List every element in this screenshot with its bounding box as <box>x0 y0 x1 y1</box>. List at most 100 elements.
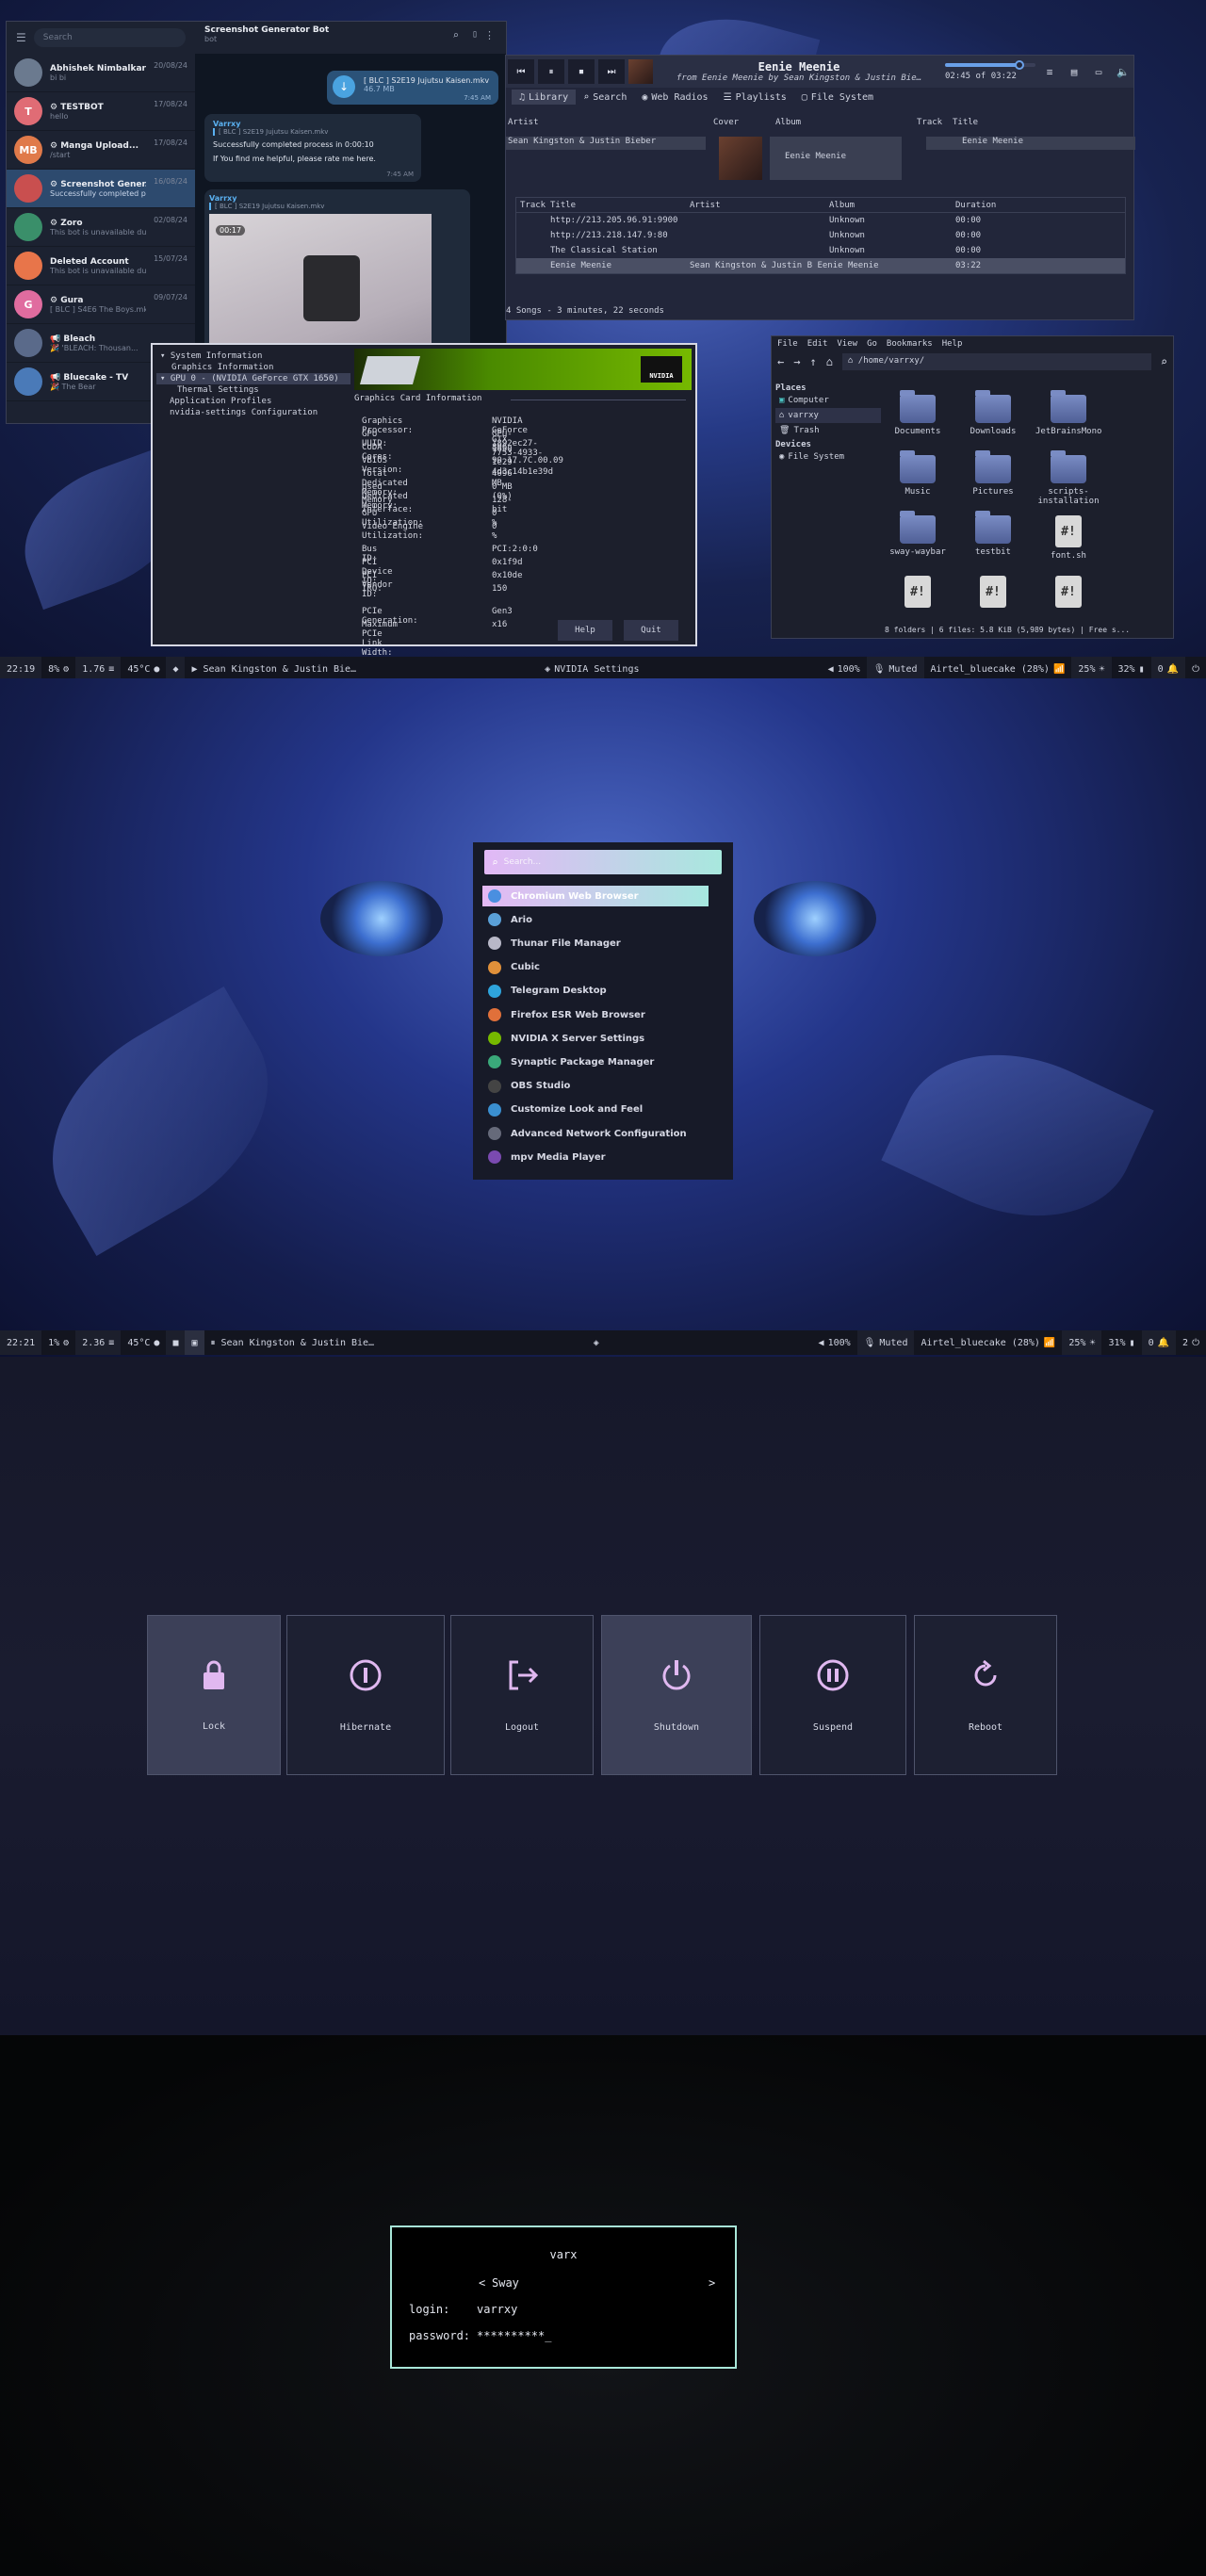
menu-item[interactable]: Help <box>942 339 963 349</box>
volume[interactable]: ◀ 100% <box>822 657 867 678</box>
launcher-item[interactable]: Telegram Desktop <box>482 981 709 1002</box>
folder-item[interactable]: scripts-installation <box>1035 450 1101 506</box>
lock-button[interactable]: Lock <box>147 1615 281 1775</box>
folder-item[interactable]: testbit <box>960 511 1026 557</box>
header-track[interactable]: Track <box>917 118 953 137</box>
home-icon[interactable]: ⌂ <box>826 355 833 368</box>
folder-item[interactable]: JetBrainsMono <box>1035 390 1101 436</box>
folder-item[interactable]: Downloads <box>960 390 1026 436</box>
sidebar-item-filesystem[interactable]: ◉ File System <box>775 449 881 465</box>
tab-search[interactable]: ⌕ Search <box>576 90 634 105</box>
previous-track-button[interactable]: ⏮ <box>508 59 534 84</box>
tree-item[interactable]: Application Profiles <box>156 396 350 407</box>
tab-web-radios[interactable]: ◉ Web Radios <box>634 90 715 105</box>
launcher-item[interactable]: mpv Media Player <box>482 1147 709 1167</box>
title-row[interactable]: Eenie Meenie <box>926 137 1135 150</box>
username-field[interactable]: varrxy <box>477 2303 517 2316</box>
back-arrow-icon[interactable]: ← <box>777 355 784 368</box>
seek-slider[interactable] <box>945 59 1035 70</box>
menu-item[interactable]: View <box>837 339 857 349</box>
script-file[interactable]: #! <box>960 576 1026 611</box>
volume-icon[interactable]: 🔈 <box>1113 66 1133 78</box>
tab-playlists[interactable]: ☰ Playlists <box>716 90 794 105</box>
launcher-item[interactable]: Ario <box>482 909 709 930</box>
hamburger-menu-icon[interactable]: ☰ <box>16 31 26 44</box>
launcher-item[interactable]: NVIDIA X Server Settings <box>482 1028 709 1049</box>
network[interactable]: Airtel_bluecake (28%) 📶 <box>924 657 1072 678</box>
password-field[interactable]: **********_ <box>477 2329 551 2342</box>
microphone[interactable]: 🎙 Muted <box>866 657 924 678</box>
launcher-item[interactable]: Chromium Web Browser <box>482 886 709 906</box>
sidebar-toggle-icon[interactable]: ▯ <box>472 29 478 40</box>
tab-library[interactable]: ♫ Library <box>512 90 577 105</box>
stop-button[interactable]: ⏹ <box>568 59 595 84</box>
tree-item[interactable]: ▾ System Information <box>156 351 350 362</box>
up-arrow-icon[interactable]: ↑ <box>809 355 816 368</box>
hibernate-button[interactable]: Hibernate <box>286 1615 445 1775</box>
file-message[interactable]: ↓ [ BLC ] S2E19 Jujutsu Kaisen.mkv 46.7 … <box>327 71 498 105</box>
media-status[interactable]: ⏸ Sean Kingston & Justin Bie… <box>204 1330 382 1355</box>
launcher-search-input[interactable]: ⌕ Search... <box>484 850 722 874</box>
brightness[interactable]: 25% ☀ <box>1062 1330 1102 1355</box>
track-header[interactable]: Title <box>546 201 686 210</box>
script-file[interactable]: #! <box>885 576 951 611</box>
tree-item[interactable]: ▾ GPU 0 - (NVIDIA GeForce GTX 1650) <box>156 373 350 384</box>
workspace-indicator[interactable]: 2 ⏻ <box>1176 1330 1206 1355</box>
session-prev-arrow[interactable]: < <box>479 2276 485 2290</box>
track-row[interactable]: http://213.218.147.9:80 Unknown 00:00 <box>516 228 1125 243</box>
chat-list-item[interactable]: T ⚙ TESTBOT hello 17/08/24 <box>7 92 195 131</box>
chat-list-item[interactable]: ⚙ ZoroThis bot is unavailable due to c..… <box>7 208 195 247</box>
workspace-1[interactable]: ◆ <box>166 657 186 678</box>
track-header[interactable]: Track <box>516 201 546 210</box>
track-row[interactable]: http://213.205.96.91:9900 Unknown 00:00 <box>516 213 1125 228</box>
help-button[interactable]: Help <box>558 620 612 641</box>
pause-button[interactable]: ⏸ <box>538 59 564 84</box>
shutdown-button[interactable]: Shutdown <box>601 1615 752 1775</box>
menu-item[interactable]: File <box>777 339 798 349</box>
track-header[interactable]: Album <box>825 201 952 210</box>
suspend-button[interactable]: Suspend <box>759 1615 906 1775</box>
launcher-item[interactable]: Customize Look and Feel <box>482 1100 709 1120</box>
queue-icon[interactable]: ▤ <box>1064 66 1084 78</box>
download-icon[interactable]: ↓ <box>333 75 355 98</box>
launcher-item[interactable]: Firefox ESR Web Browser <box>482 1004 709 1025</box>
network[interactable]: Airtel_bluecake (28%) 📶 <box>914 1330 1062 1355</box>
notifications[interactable]: 0 🔔 <box>1150 657 1186 678</box>
clock[interactable]: 22:21 <box>0 1330 42 1355</box>
playlist-icon[interactable]: ≡ <box>1039 66 1060 78</box>
volume[interactable]: ◀ 100% <box>812 1330 857 1355</box>
tree-item[interactable]: nvidia-settings Configuration <box>156 407 350 418</box>
sidebar-item-computer[interactable]: ▣ Computer <box>775 393 881 408</box>
header-title[interactable]: Title <box>953 118 1047 137</box>
menu-item[interactable]: Go <box>867 339 877 349</box>
power-icon[interactable]: ⏻ <box>1185 657 1206 678</box>
path-bar[interactable]: ⌂ /home/varrxy/ <box>841 353 1151 370</box>
sidebar-item-home[interactable]: ⌂ varrxy <box>775 408 881 423</box>
tab-file-system[interactable]: ▢ File System <box>794 90 881 105</box>
tree-item[interactable]: Graphics Information <box>156 362 350 373</box>
quit-button[interactable]: Quit <box>624 620 678 641</box>
minimize-icon[interactable]: ▭ <box>1088 66 1109 78</box>
launcher-item[interactable]: OBS Studio <box>482 1076 709 1097</box>
chat-list-item[interactable]: Abhishek Nimbalkar bi bi 20/08/24 <box>7 54 195 92</box>
header-album[interactable]: Album <box>775 118 917 137</box>
header-cover[interactable]: Cover <box>713 118 775 137</box>
chat-list-item[interactable]: ⚙ Screenshot Gener... Successfully comple… <box>7 170 195 208</box>
notifications[interactable]: 0 🔔 <box>1141 1330 1177 1355</box>
track-header[interactable]: Artist <box>686 201 825 210</box>
chat-list-item[interactable]: Deleted Account This bot is unavailable d… <box>7 247 195 285</box>
track-row[interactable]: Eenie Meenie Sean Kingston & Justin B Een… <box>516 258 1125 273</box>
clock[interactable]: 22:19 <box>0 657 42 678</box>
script-file[interactable]: #! <box>1035 576 1101 611</box>
brightness[interactable]: 25% ☀ <box>1071 657 1112 678</box>
forward-arrow-icon[interactable]: → <box>793 355 800 368</box>
search-icon[interactable]: ⌕ <box>452 29 459 41</box>
workspace-2[interactable]: ▣ <box>185 1330 204 1355</box>
track-header[interactable]: Duration <box>952 201 1046 210</box>
microphone[interactable]: 🎙 Muted <box>856 1330 915 1355</box>
media-status[interactable]: ▶ Sean Kingston & Justin Bie… <box>185 657 363 678</box>
artist-row[interactable]: Sean Kingston & Justin Bieber <box>506 137 706 150</box>
track-row[interactable]: The Classical Station Unknown 00:00 <box>516 243 1125 258</box>
launcher-item[interactable]: Synaptic Package Manager <box>482 1052 709 1072</box>
album-row[interactable]: Eenie Meenie <box>770 137 902 180</box>
